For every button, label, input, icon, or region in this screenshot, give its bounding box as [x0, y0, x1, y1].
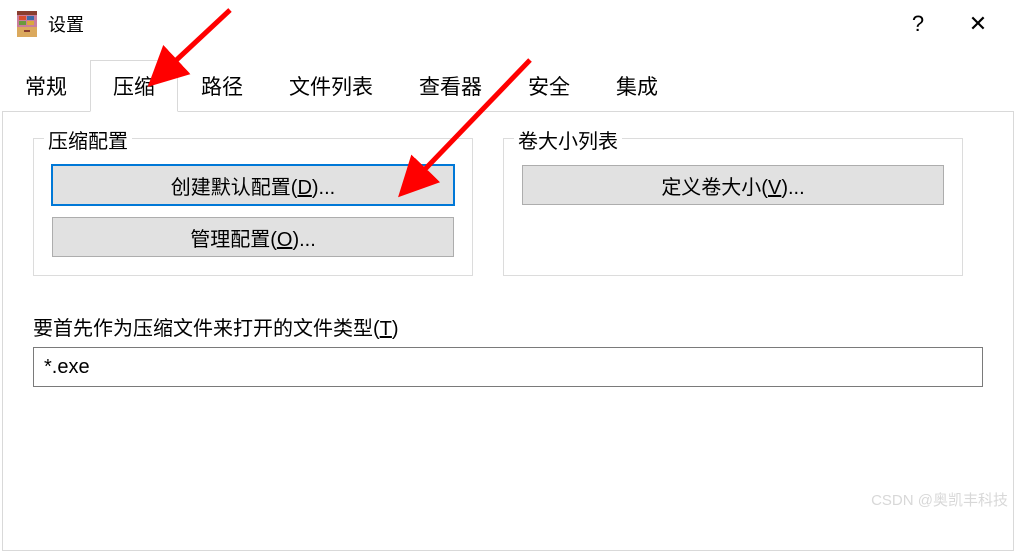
tab-integration[interactable]: 集成: [593, 60, 681, 112]
window-title: 设置: [48, 11, 84, 37]
close-button[interactable]: ✕: [948, 0, 1008, 48]
groupbox-label-volume: 卷大小列表: [514, 125, 622, 154]
help-button[interactable]: ?: [888, 0, 948, 48]
button-label: 定义卷大小(V)...: [661, 171, 804, 200]
manage-profiles-button[interactable]: 管理配置(O)...: [52, 217, 454, 257]
tab-filelist[interactable]: 文件列表: [266, 60, 396, 112]
file-types-label: 要首先作为压缩文件来打开的文件类型(T): [33, 312, 983, 341]
groupbox-label-compression: 压缩配置: [44, 125, 132, 154]
tab-strip: 常规 压缩 路径 文件列表 查看器 安全 集成: [2, 60, 1016, 112]
tab-paths[interactable]: 路径: [178, 60, 266, 112]
app-icon: [14, 11, 40, 37]
button-label: 创建默认配置(D)...: [171, 171, 335, 200]
groupbox-compression-profiles: 压缩配置 创建默认配置(D)... 管理配置(O)...: [33, 138, 473, 276]
tab-security[interactable]: 安全: [505, 60, 593, 112]
tab-compression[interactable]: 压缩: [90, 60, 178, 112]
define-volume-sizes-button[interactable]: 定义卷大小(V)...: [522, 165, 944, 205]
tab-viewer[interactable]: 查看器: [396, 60, 505, 112]
button-label: 管理配置(O)...: [190, 223, 316, 252]
create-default-profile-button[interactable]: 创建默认配置(D)...: [52, 165, 454, 205]
tab-panel-compression: 压缩配置 创建默认配置(D)... 管理配置(O)... 卷大小列表 定义卷大小…: [2, 111, 1014, 551]
file-types-input[interactable]: [33, 347, 983, 387]
groupbox-volume-sizes: 卷大小列表 定义卷大小(V)...: [503, 138, 963, 276]
tab-general[interactable]: 常规: [2, 60, 90, 112]
